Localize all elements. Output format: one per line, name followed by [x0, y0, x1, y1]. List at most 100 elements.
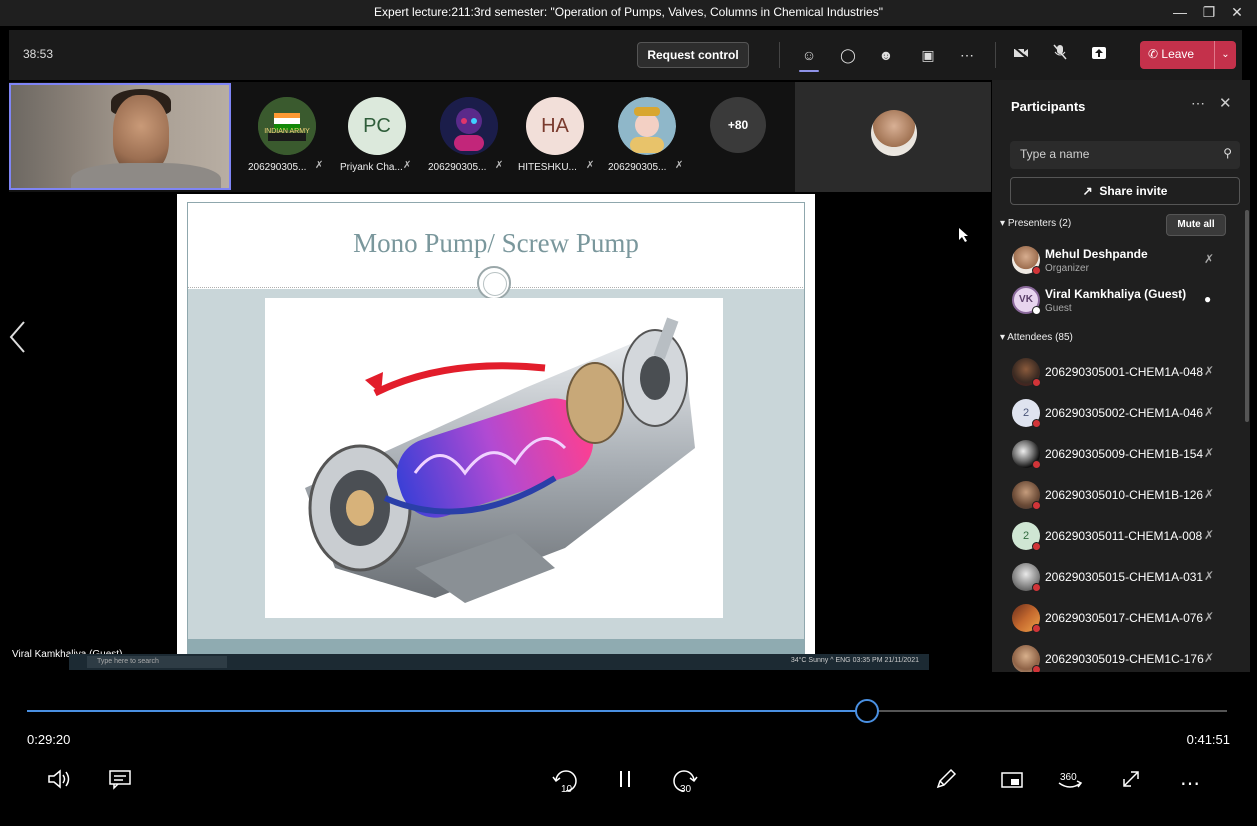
- pump-image: [265, 298, 723, 618]
- toolbar-divider: [779, 42, 780, 68]
- restore-icon[interactable]: ❐: [1195, 2, 1223, 22]
- close-icon[interactable]: ✕: [1219, 94, 1232, 112]
- seek-progress: [27, 710, 867, 712]
- skip-back-10-icon[interactable]: 10: [545, 767, 585, 801]
- presenter-name: Viral Kamkhaliya (Guest): [1045, 287, 1187, 301]
- status-badge: [1032, 460, 1041, 469]
- shared-taskbar: Type here to search 34°C Sunny ^ ENG 03:…: [69, 654, 929, 670]
- mic-icon: ●: [1204, 292, 1212, 306]
- close-window-icon[interactable]: ✕: [1223, 2, 1251, 22]
- mic-off-icon[interactable]: [1047, 42, 1073, 68]
- leave-button[interactable]: ✆ Leave ⌄: [1140, 41, 1236, 69]
- share-icon: ↗: [1082, 184, 1093, 198]
- svg-text:30: 30: [680, 784, 692, 795]
- presenter-row[interactable]: VK Viral Kamkhaliya (Guest) Guest ●: [992, 282, 1232, 322]
- participant-name: 206290305...: [248, 162, 307, 173]
- captions-icon[interactable]: [100, 767, 140, 801]
- pen-icon[interactable]: [926, 767, 966, 801]
- panel-more-icon[interactable]: ⋯: [1191, 95, 1205, 112]
- more-options-icon[interactable]: ⋯: [1170, 767, 1210, 801]
- request-control-button[interactable]: Request control: [637, 42, 749, 68]
- search-input[interactable]: [1020, 147, 1210, 161]
- attendee-name: 206290305015-CHEM1A-031: [1045, 570, 1204, 584]
- participant-avatar[interactable]: [440, 97, 498, 155]
- attendee-row[interactable]: 206290305001-CHEM1A-048 ✗: [992, 354, 1232, 394]
- mic-off-icon: ✗: [1204, 446, 1215, 460]
- mini-view-icon[interactable]: [992, 767, 1032, 801]
- presenter-role: Organizer: [1045, 263, 1089, 274]
- share-invite-label: Share invite: [1099, 184, 1168, 198]
- presenter-name: Mehul Deshpande: [1045, 247, 1148, 261]
- presenter-video-tile[interactable]: [795, 82, 991, 192]
- media-player: 0:29:20 0:41:51 10 30 360 ⋯: [0, 672, 1257, 826]
- window-title: Expert lecture:211:3rd semester: "Operat…: [374, 5, 883, 19]
- minimize-icon[interactable]: —: [1166, 2, 1194, 22]
- attendee-row[interactable]: 2 206290305002-CHEM1A-046 ✗: [992, 395, 1232, 435]
- toolbar-divider: [995, 42, 996, 68]
- video-person-face: [113, 95, 169, 173]
- attendee-name: 206290305019-CHEM1C-176: [1045, 652, 1204, 666]
- chat-icon[interactable]: ◯: [835, 42, 861, 68]
- participant-avatar[interactable]: INDIAN ARMY: [258, 97, 316, 155]
- attendee-row[interactable]: 2 206290305011-CHEM1A-008 ✗: [992, 518, 1232, 558]
- more-participants-button[interactable]: +80: [710, 97, 766, 153]
- more-actions-icon[interactable]: ⋯: [954, 42, 980, 68]
- participant-name: HITESHKU...: [518, 162, 577, 173]
- rooms-icon[interactable]: ▣: [915, 42, 941, 68]
- video-person-body: [71, 163, 221, 188]
- participant-avatar[interactable]: [618, 97, 676, 155]
- 360-view-icon[interactable]: 360: [1050, 767, 1090, 801]
- skip-forward-30-icon[interactable]: 30: [665, 767, 705, 801]
- shared-content: Mono Pump/ Screw Pump Viral Kamkhaliya (…: [9, 192, 991, 672]
- fullscreen-icon[interactable]: [1111, 767, 1151, 801]
- panel-scrollbar[interactable]: [1245, 210, 1249, 422]
- volume-icon[interactable]: [40, 767, 80, 801]
- attendee-row[interactable]: 206290305010-CHEM1B-126 ✗: [992, 477, 1232, 517]
- attendee-name: 206290305011-CHEM1A-008: [1045, 529, 1203, 543]
- participant-strip: INDIAN ARMY 206290305... ✗ PC Priyank Ch…: [9, 82, 991, 192]
- participant-name: 206290305...: [428, 162, 487, 173]
- avatar-initials: HA: [541, 115, 569, 137]
- participant-search[interactable]: ⚲: [1010, 141, 1240, 169]
- status-badge: [1032, 306, 1041, 315]
- total-duration: 0:41:51: [1186, 732, 1230, 747]
- seek-bar[interactable]: [27, 710, 1227, 712]
- seek-thumb[interactable]: [855, 699, 879, 723]
- status-badge: [1032, 378, 1041, 387]
- attendee-row[interactable]: 206290305015-CHEM1A-031 ✗: [992, 559, 1232, 599]
- panel-title: Participants: [1011, 99, 1086, 114]
- mic-off-icon: ✗: [403, 160, 412, 171]
- chevron-down-icon[interactable]: ⌄: [1214, 41, 1236, 69]
- mic-off-icon: ✗: [1204, 364, 1215, 378]
- participant-avatar[interactable]: HA: [526, 97, 584, 155]
- presenter-row[interactable]: Mehul Deshpande Organizer ✗: [992, 242, 1232, 282]
- participants-panel: Participants ⋯ ✕ ⚲ ↗ Share invite ▾ Pres…: [992, 80, 1250, 674]
- attendee-name: 206290305017-CHEM1A-076: [1045, 611, 1204, 625]
- participant-avatar[interactable]: PC: [348, 97, 406, 155]
- attendee-row[interactable]: 206290305017-CHEM1A-076 ✗: [992, 600, 1232, 640]
- attendee-row[interactable]: 206290305009-CHEM1B-154 ✗: [992, 436, 1232, 476]
- presenters-header[interactable]: ▾ Presenters (2): [1000, 218, 1071, 229]
- reactions-icon[interactable]: ☻: [873, 42, 899, 68]
- mic-off-icon: ✗: [315, 160, 324, 171]
- search-icon[interactable]: ⚲: [1223, 146, 1232, 160]
- pause-icon[interactable]: [605, 767, 645, 801]
- status-badge: [1032, 419, 1041, 428]
- mic-off-icon: ✗: [675, 160, 684, 171]
- attendees-header[interactable]: ▾ Attendees (85): [1000, 332, 1073, 343]
- self-video[interactable]: [9, 83, 231, 190]
- mic-off-icon: ✗: [586, 160, 595, 171]
- camera-off-icon[interactable]: [1008, 42, 1034, 68]
- share-invite-button[interactable]: ↗ Share invite: [1010, 177, 1240, 205]
- mic-off-icon: ✗: [495, 160, 504, 171]
- mute-all-button[interactable]: Mute all: [1166, 214, 1226, 236]
- presenter-role: Guest: [1045, 303, 1072, 314]
- svg-text:10: 10: [561, 784, 573, 795]
- svg-text:360: 360: [1060, 772, 1077, 783]
- chevron-left-icon[interactable]: [9, 320, 27, 354]
- presentation-slide: Mono Pump/ Screw Pump: [177, 194, 815, 670]
- cursor-icon: [959, 228, 968, 242]
- participants-icon[interactable]: ☺: [796, 42, 822, 72]
- share-screen-icon[interactable]: [1086, 42, 1112, 68]
- mic-off-icon: ✗: [1204, 610, 1215, 624]
